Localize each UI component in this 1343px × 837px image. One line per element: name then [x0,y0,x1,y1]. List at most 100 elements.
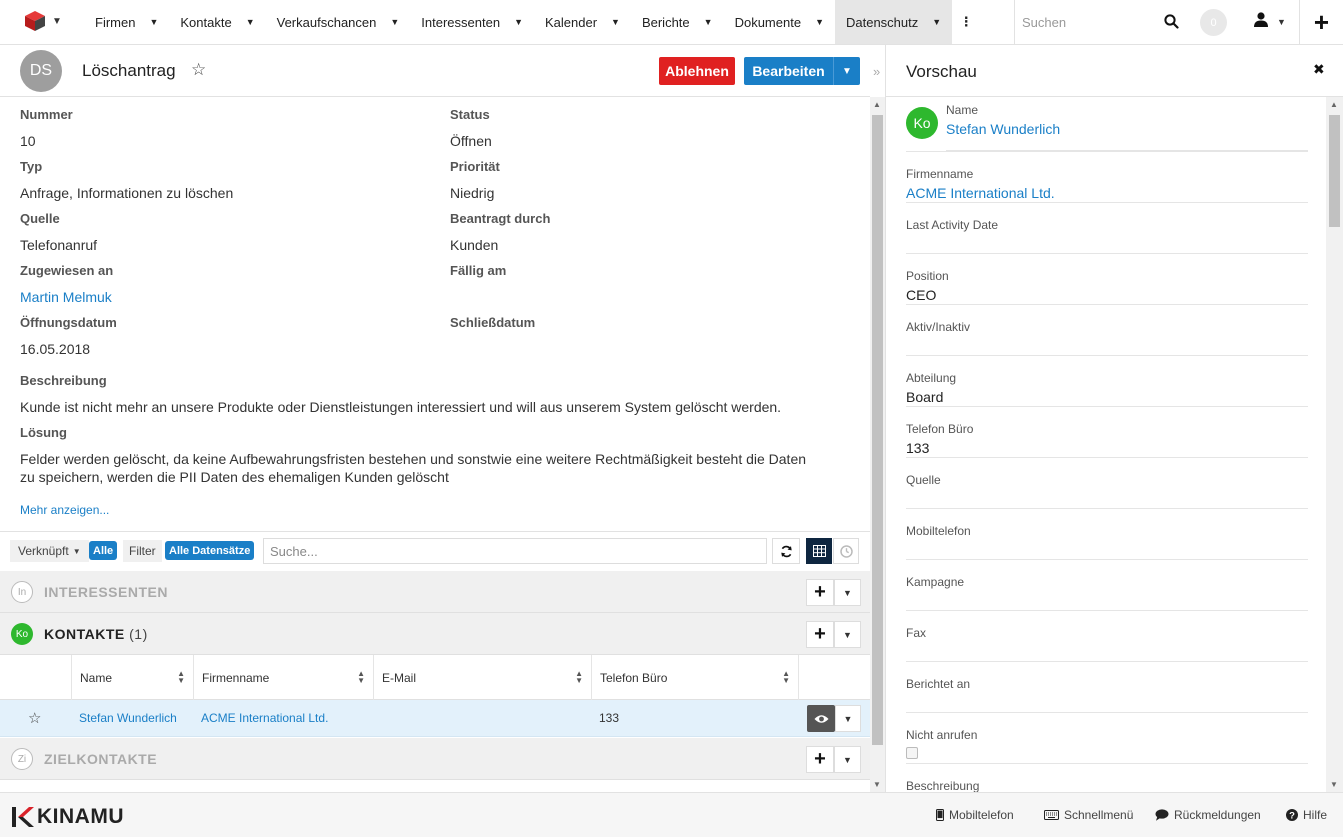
clock-icon [839,544,853,558]
scrollbar-thumb[interactable] [1329,115,1340,227]
column-header-telefon[interactable]: Telefon Büro ▲ ▼ [591,655,798,700]
help-icon: ? [1286,809,1298,821]
chevron-down-icon: ▼ [843,629,852,640]
chevron-down-icon[interactable]: ▼ [52,16,62,27]
add-button[interactable]: + [806,579,834,606]
scroll-up-icon[interactable]: ▲ [1330,100,1338,109]
field-label-zugewiesen: Zugewiesen an [20,263,114,278]
preview-button[interactable] [807,705,835,732]
add-button[interactable]: + [806,621,834,648]
chevron-down-icon[interactable]: ▼ [1277,17,1286,27]
preview-field-mobiltelefon: Mobiltelefon [906,509,1308,560]
column-header-firmenname[interactable]: Firmenname ▲ ▼ [193,655,373,700]
subpanel-kontakte[interactable]: Ko KONTAKTE (1) + ▼ [0,613,870,655]
footer-link-label: Schnellmenü [1064,808,1134,822]
field-label-oeffnungsdatum: Öffnungsdatum [20,315,117,330]
quick-create-button[interactable]: + [1299,0,1343,44]
preview-field-label: Position [906,269,949,283]
nav-label: Firmen [95,14,136,30]
field-label-quelle: Quelle [20,211,60,226]
show-more-link[interactable]: Mehr anzeigen... [20,503,109,517]
subpanel-actions-dropdown[interactable]: ▼ [834,621,861,648]
history-view-button[interactable] [833,538,859,564]
module-icon-zielkontakte: Zi [11,748,33,770]
main-scrollbar[interactable]: ▲ ▼ [870,97,885,792]
filter-all-records-badge[interactable]: Alle Datensätze [165,541,255,560]
linked-filter-dropdown[interactable]: Verknüpft ▼ [10,540,89,562]
preview-company-link[interactable]: ACME International Ltd. [906,185,1055,201]
assigned-user-link[interactable]: Martin Melmuk [20,289,112,305]
brand-name: KINAMU [37,805,124,828]
linked-all-badge[interactable]: Alle [89,541,118,560]
preview-field-label: Name [946,103,979,117]
add-button[interactable]: + [806,746,834,773]
scroll-down-icon[interactable]: ▼ [873,780,881,789]
quick-menu-link[interactable]: Schnellmenü [1044,808,1133,822]
column-header-email[interactable]: E-Mail ▲ ▼ [373,655,591,700]
help-link[interactable]: ? Hilfe [1286,808,1327,822]
phone-cell: 133 [599,711,620,725]
preview-name-link[interactable]: Stefan Wunderlich [946,121,1060,137]
preview-field-berichtet-an: Berichtet an [906,662,1308,713]
avatar: DS [20,50,62,92]
brand-logo[interactable]: KINAMU [12,805,124,829]
subpanel-actions-dropdown[interactable]: ▼ [834,579,861,606]
nav-item-firmen[interactable]: Firmen ▼ [84,0,169,44]
company-name-link[interactable]: ACME International Ltd. [201,711,328,725]
preview-field-beschreibung: Beschreibung [906,764,1308,792]
filter-label[interactable]: Filter [123,540,162,562]
preview-field-label: Aktiv/Inaktiv [906,320,971,334]
contacts-table-header: Name ▲ ▼ Firmenname ▲ ▼ E-Mail ▲ ▼ Telefon Bür… [0,655,870,700]
search-icon[interactable] [1164,14,1179,32]
user-icon[interactable] [1254,12,1268,30]
scroll-down-icon[interactable]: ▼ [1330,780,1338,789]
nav-item-berichte[interactable]: Berichte ▼ [631,0,724,44]
nav-label: Interessenten [421,14,501,30]
nav-item-kontakte[interactable]: Kontakte ▼ [169,0,265,44]
edit-button[interactable]: Bearbeiten [744,57,833,85]
field-value-status: Öffnen [450,133,492,149]
subpanel-actions-dropdown[interactable]: ▼ [834,746,861,773]
subpanel-interessenten[interactable]: In INTERESSENTEN + ▼ [0,571,870,613]
column-header-name[interactable]: Name ▲ ▼ [71,655,193,700]
nav-label: Kalender [544,14,598,30]
preview-scrollbar[interactable]: ▲ ▼ [1326,97,1343,792]
mobile-link[interactable]: Mobiltelefon [936,808,1014,822]
app-logo-icon[interactable] [24,10,46,32]
close-icon[interactable]: ✖ [1313,61,1325,78]
column-label: Firmenname [202,670,270,685]
subpanel-search-input[interactable] [263,538,767,564]
refresh-button[interactable] [772,538,800,564]
nav-item-verkaufschancen[interactable]: Verkaufschancen ▼ [266,0,411,44]
global-search [1014,0,1190,44]
nav-item-datenschutz[interactable]: Datenschutz ▼ [834,0,953,44]
chevron-down-icon: ▼ [843,587,852,598]
record-details: Nummer 10 Status Öffnen Typ Anfrage, Inf… [0,97,870,531]
nav-item-interessenten[interactable]: Interessenten ▼ [410,0,534,44]
table-row[interactable]: ☆ Stefan Wunderlich ACME International L… [0,700,870,737]
grid-view-button[interactable] [806,538,832,564]
star-icon[interactable]: ☆ [191,60,206,80]
subpanel-zielkontakte[interactable]: Zi ZIELKONTAKTE + ▼ [0,738,870,780]
contact-name-link[interactable]: Stefan Wunderlich [79,711,177,725]
star-icon[interactable]: ☆ [28,709,41,727]
column-label: Name [80,670,113,685]
column-label: Telefon Büro [600,670,668,685]
nav-label: Berichte [641,14,690,30]
global-search-input[interactable] [1015,14,1155,30]
module-icon-interessenten: In [11,581,33,603]
preview-field-label: Abteilung [906,371,957,385]
scroll-up-icon[interactable]: ▲ [873,100,881,109]
reject-button[interactable]: Ablehnen [659,57,735,85]
nav-item-kalender[interactable]: Kalender ▼ [534,0,631,44]
row-actions-dropdown[interactable]: ▼ [835,705,861,732]
feedback-link[interactable]: Rückmeldungen [1155,808,1261,822]
field-label-status: Status [450,107,490,122]
more-menu-icon[interactable]: ⋮ [952,0,980,44]
scrollbar-thumb[interactable] [872,115,883,745]
preview-field-label: Firmenname [906,167,974,181]
collapse-preview-icon[interactable]: » [873,64,880,79]
edit-actions-dropdown[interactable]: ▼ [833,57,860,85]
notification-badge[interactable]: 0 [1200,9,1227,36]
nav-item-dokumente[interactable]: Dokumente ▼ [724,0,835,44]
